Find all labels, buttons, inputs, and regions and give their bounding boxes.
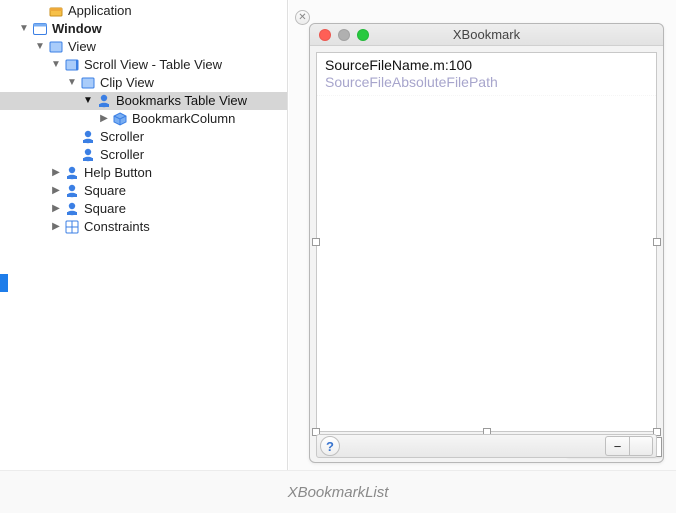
interface-builder-canvas: ✕ XBookmark SourceFileName.m:100 SourceF… xyxy=(289,0,676,470)
segment-button[interactable] xyxy=(629,436,653,456)
outline-row-constraints[interactable]: ▶ Constraints xyxy=(0,218,287,236)
window-zoom-button[interactable] xyxy=(357,29,369,41)
outline-item-label: Application xyxy=(68,2,132,20)
preview-window: XBookmark SourceFileName.m:100 SourceFil… xyxy=(309,23,664,463)
disclosure-triangle-icon[interactable]: ▼ xyxy=(34,41,46,53)
source-file-name-label: SourceFileName.m:100 xyxy=(325,57,648,74)
disclosure-triangle-icon[interactable]: ▶ xyxy=(50,203,62,215)
window-minimize-button[interactable] xyxy=(338,29,350,41)
scroller-icon xyxy=(80,147,96,163)
outline-item-label: Scroll View - Table View xyxy=(84,56,222,74)
document-outline-panel: Application ▼ Window ▼ View ▼ Scroll View - Ta… xyxy=(0,0,288,470)
scroller-icon xyxy=(80,129,96,145)
outline-item-label: Window xyxy=(52,20,102,38)
source-file-path-label: SourceFileAbsoluteFilePath xyxy=(325,74,648,91)
disclosure-placeholder xyxy=(34,5,46,17)
disclosure-triangle-icon[interactable]: ▼ xyxy=(66,77,78,89)
table-icon xyxy=(96,93,112,109)
scroller-icon xyxy=(64,165,80,181)
disclosure-triangle-icon[interactable]: ▼ xyxy=(50,59,62,71)
disclosure-triangle-icon[interactable]: ▶ xyxy=(50,167,62,179)
outline-row-square[interactable]: ▶ Square xyxy=(0,200,287,218)
view-icon xyxy=(80,75,96,91)
scroll-icon xyxy=(64,57,80,73)
scroller-icon xyxy=(64,183,80,199)
disclosure-triangle-icon[interactable]: ▼ xyxy=(82,95,94,107)
caption-band: XBookmarkList xyxy=(0,470,676,513)
window-close-button[interactable] xyxy=(319,29,331,41)
minus-icon: − xyxy=(614,439,622,454)
disclosure-placeholder xyxy=(66,131,78,143)
bookmarks-table-view[interactable]: SourceFileName.m:100 SourceFileAbsoluteF… xyxy=(316,52,657,432)
outline-item-label: Scroller xyxy=(100,146,144,164)
outline-row-help-button[interactable]: ▶ Help Button xyxy=(0,164,287,182)
outline-row-window[interactable]: ▼ Window xyxy=(0,20,287,38)
outline-item-label: Constraints xyxy=(84,218,150,236)
outline-row-scroll-view-table-view[interactable]: ▼ Scroll View - Table View xyxy=(0,56,287,74)
disclosure-triangle-icon[interactable]: ▶ xyxy=(98,113,110,125)
window-footer-bar: ? − xyxy=(316,434,657,458)
outline-item-label: Square xyxy=(84,200,126,218)
outline-item-label: View xyxy=(68,38,96,56)
view-icon xyxy=(48,39,64,55)
disclosure-triangle-icon[interactable]: ▶ xyxy=(50,185,62,197)
outline-item-label: Clip View xyxy=(100,74,154,92)
remove-button[interactable]: − xyxy=(605,436,629,456)
disclosure-placeholder xyxy=(66,149,78,161)
window-titlebar: XBookmark xyxy=(310,24,663,46)
outline-row-square[interactable]: ▶ Square xyxy=(0,182,287,200)
help-button[interactable]: ? xyxy=(320,436,340,456)
table-row[interactable]: SourceFileName.m:100 SourceFileAbsoluteF… xyxy=(317,53,656,96)
outline-row-scroller[interactable]: Scroller xyxy=(0,128,287,146)
scroll-indicator xyxy=(0,274,8,292)
outline-row-clip-view[interactable]: ▼ Clip View xyxy=(0,74,287,92)
figure-caption: XBookmarkList xyxy=(288,484,389,501)
outline-row-bookmarkcolumn[interactable]: ▶ BookmarkColumn xyxy=(0,110,287,128)
outline-item-label: Help Button xyxy=(84,164,152,182)
outline-item-label: Square xyxy=(84,182,126,200)
resize-handle[interactable] xyxy=(312,238,320,246)
disclosure-triangle-icon[interactable]: ▼ xyxy=(18,23,30,35)
outline-row-application[interactable]: Application xyxy=(0,2,287,20)
close-canvas-icon[interactable]: ✕ xyxy=(295,10,310,25)
constraints-icon xyxy=(64,219,80,235)
outline-row-view[interactable]: ▼ View xyxy=(0,38,287,56)
outline-item-label: Bookmarks Table View xyxy=(116,92,247,110)
application-icon xyxy=(48,3,64,19)
outline-row-bookmarks-table-view[interactable]: ▼ Bookmarks Table View xyxy=(0,92,287,110)
scroller-icon xyxy=(64,201,80,217)
resize-handle[interactable] xyxy=(653,238,661,246)
outline-row-scroller[interactable]: Scroller xyxy=(0,146,287,164)
cube-icon xyxy=(112,111,128,127)
window-icon xyxy=(32,21,48,37)
outline-item-label: BookmarkColumn xyxy=(132,110,235,128)
segmented-control: − xyxy=(605,436,653,456)
disclosure-triangle-icon[interactable]: ▶ xyxy=(50,221,62,233)
outline-item-label: Scroller xyxy=(100,128,144,146)
